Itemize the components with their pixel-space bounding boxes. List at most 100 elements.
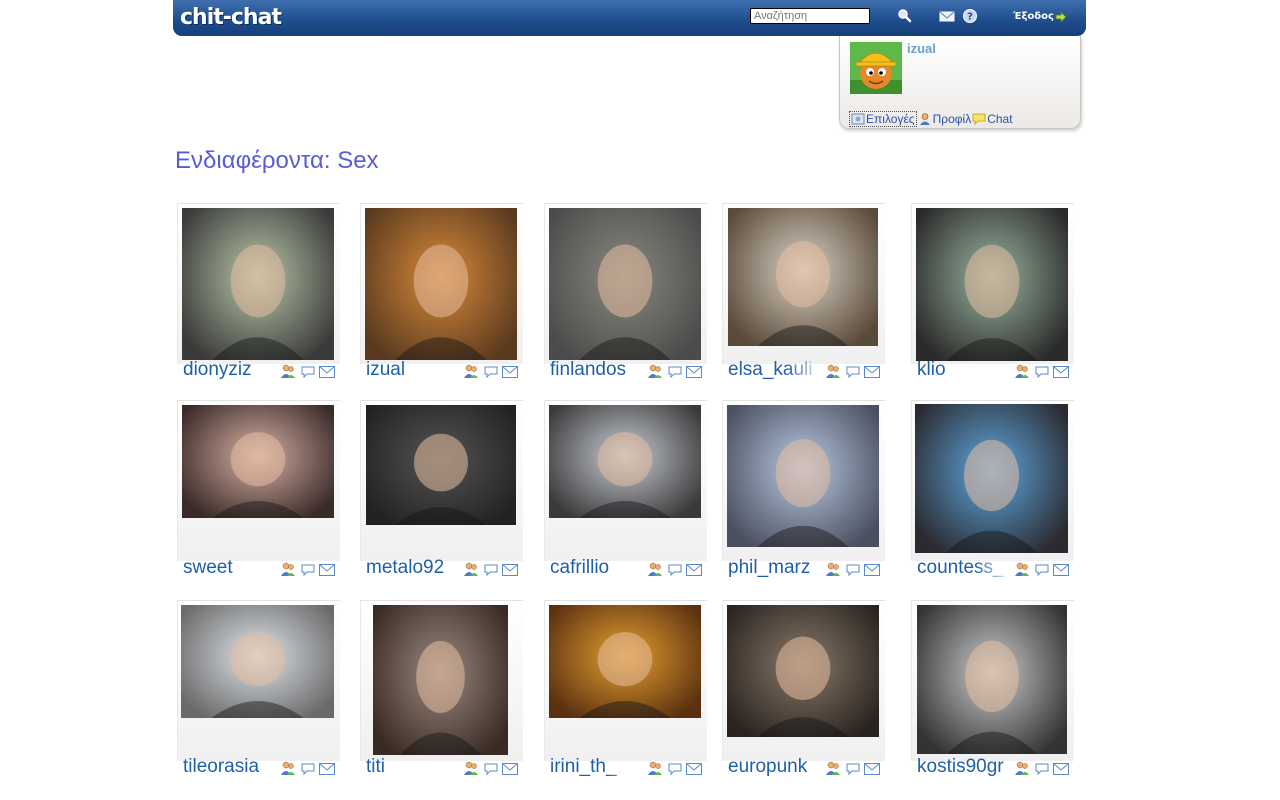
message-envelope-icon[interactable] [1053,762,1069,780]
user-photo[interactable] [365,208,517,360]
chat-bubble-icon[interactable] [1035,762,1049,780]
search-icon[interactable] [897,8,913,24]
add-friend-icon[interactable] [280,562,297,582]
user-card[interactable]: dionyziz [177,203,340,384]
profile-link[interactable]: Προφίλ [918,112,971,126]
search-input[interactable] [750,8,870,24]
chat-bubble-icon[interactable] [301,365,315,383]
chat-bubble-icon[interactable] [301,762,315,780]
user-photo[interactable] [917,605,1067,754]
username-link[interactable]: phil_marz [728,557,824,579]
user-card[interactable]: klio [911,203,1074,384]
chat-bubble-icon[interactable] [1035,365,1049,383]
add-friend-icon[interactable] [647,364,664,384]
message-envelope-icon[interactable] [502,365,518,383]
user-card[interactable]: cafrillio [544,400,707,582]
username-link[interactable]: finlandos [550,359,646,381]
user-photo[interactable] [727,605,879,737]
chat-bubble-icon[interactable] [668,365,682,383]
message-envelope-icon[interactable] [686,762,702,780]
user-photo[interactable] [916,208,1068,361]
add-friend-icon[interactable] [280,761,297,781]
exit-link[interactable]: Έξοδος [1013,11,1054,22]
user-card[interactable]: phil_marz [722,400,885,582]
chat-bubble-icon[interactable] [301,563,315,581]
username-link[interactable]: cafrillio [550,557,646,579]
add-friend-icon[interactable] [463,761,480,781]
add-friend-icon[interactable] [280,364,297,384]
username-link[interactable]: metalo92 [366,557,462,579]
mail-icon[interactable] [939,8,955,24]
message-envelope-icon[interactable] [864,365,880,383]
current-username[interactable]: izual [907,41,936,56]
chat-bubble-icon[interactable] [484,563,498,581]
chat-bubble-icon[interactable] [846,762,860,780]
username-link[interactable]: klio [917,359,1013,381]
username-link[interactable]: titi [366,756,462,778]
user-photo[interactable] [182,405,334,518]
user-avatar[interactable] [850,42,902,94]
add-friend-icon[interactable] [825,364,842,384]
message-envelope-icon[interactable] [1053,563,1069,581]
add-friend-icon[interactable] [1014,562,1031,582]
user-card[interactable]: titi [360,600,523,781]
logo[interactable]: chit-chat [180,5,282,30]
message-envelope-icon[interactable] [502,563,518,581]
message-envelope-icon[interactable] [686,563,702,581]
message-envelope-icon[interactable] [319,762,335,780]
user-photo[interactable] [728,208,878,346]
user-card[interactable]: izual [360,203,523,384]
username-link[interactable]: kostis90gr [917,756,1013,778]
add-friend-icon[interactable] [1014,761,1031,781]
message-envelope-icon[interactable] [319,365,335,383]
options-link[interactable]: Επιλογές [849,111,917,127]
user-card[interactable]: countess_ [911,400,1074,582]
username-link[interactable]: elsa_kauli [728,359,824,381]
message-envelope-icon[interactable] [864,563,880,581]
message-envelope-icon[interactable] [1053,365,1069,383]
username-link[interactable]: sweet [183,557,279,579]
message-envelope-icon[interactable] [686,365,702,383]
user-photo[interactable] [915,404,1068,553]
username-link[interactable]: tileorasia [183,756,279,778]
user-photo[interactable] [366,405,516,525]
username-link[interactable]: irini_th_ [550,756,646,778]
exit-arrow-icon[interactable] [1055,10,1067,23]
user-photo[interactable] [549,605,701,718]
message-envelope-icon[interactable] [502,762,518,780]
user-card[interactable]: finlandos [544,203,707,384]
message-envelope-icon[interactable] [864,762,880,780]
user-card[interactable]: sweet [177,400,340,582]
user-photo[interactable] [727,405,879,547]
add-friend-icon[interactable] [463,562,480,582]
add-friend-icon[interactable] [1014,364,1031,384]
chat-bubble-icon[interactable] [846,563,860,581]
user-photo[interactable] [181,605,334,718]
username-link[interactable]: europunk [728,756,824,778]
chat-bubble-icon[interactable] [668,762,682,780]
user-card[interactable]: irini_th_ [544,600,707,781]
username-link[interactable]: izual [366,359,462,381]
add-friend-icon[interactable] [647,761,664,781]
add-friend-icon[interactable] [647,562,664,582]
chat-bubble-icon[interactable] [846,365,860,383]
user-card[interactable]: elsa_kauli [722,203,885,384]
user-photo[interactable] [373,605,508,755]
help-icon[interactable]: ? [962,8,978,24]
chat-bubble-icon[interactable] [668,563,682,581]
chat-bubble-icon[interactable] [484,762,498,780]
user-photo[interactable] [182,208,334,360]
chat-link[interactable]: Chat [972,112,1013,126]
chat-bubble-icon[interactable] [1035,563,1049,581]
user-card[interactable]: metalo92 [360,400,523,582]
add-friend-icon[interactable] [825,761,842,781]
user-photo[interactable] [549,208,701,360]
chat-bubble-icon[interactable] [484,365,498,383]
user-card[interactable]: europunk [722,600,885,781]
add-friend-icon[interactable] [463,364,480,384]
user-card[interactable]: tileorasia [177,600,340,781]
add-friend-icon[interactable] [825,562,842,582]
username-link[interactable]: dionyziz [183,359,279,381]
username-link[interactable]: countess_ [917,557,1013,579]
message-envelope-icon[interactable] [319,563,335,581]
